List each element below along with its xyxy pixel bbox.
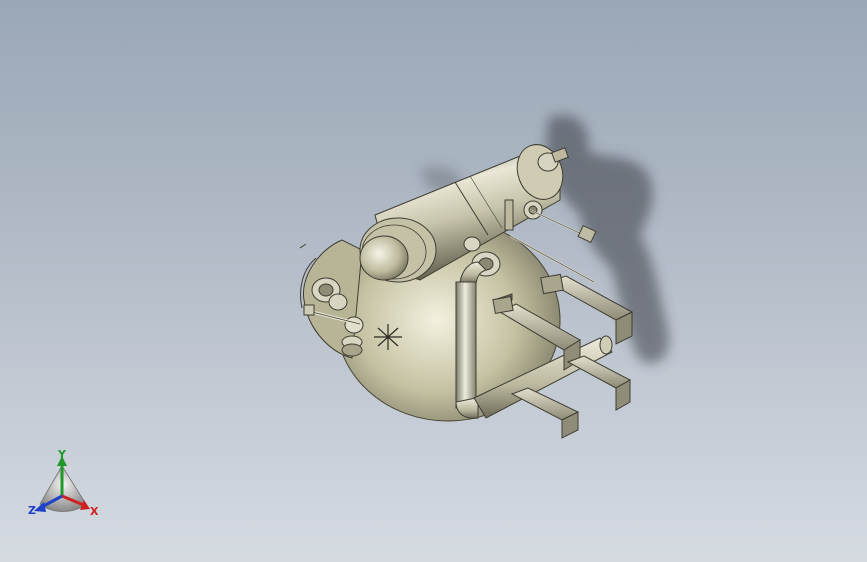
graphics-viewport[interactable]: Y X Z <box>0 0 867 562</box>
axis-z-label: Z <box>28 504 36 517</box>
3d-model[interactable] <box>0 0 867 562</box>
axis-x-label: X <box>90 505 99 518</box>
axis-y-label: Y <box>58 448 66 461</box>
vessel-marking-icon <box>374 324 402 350</box>
